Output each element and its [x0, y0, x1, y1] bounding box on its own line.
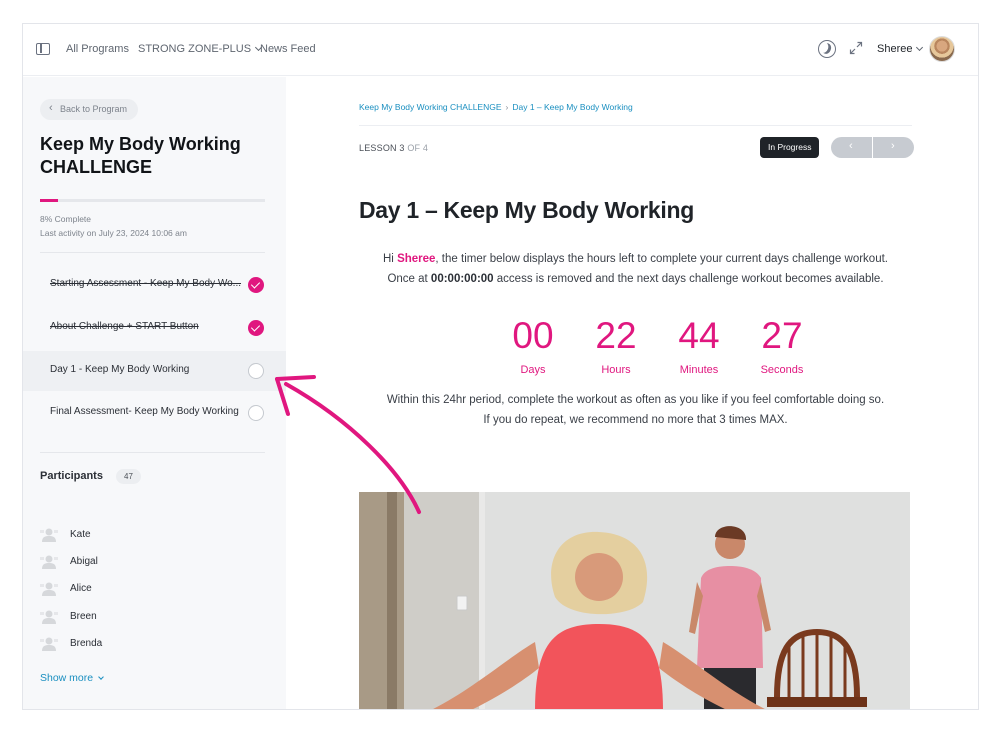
lesson-label: About Challenge + START Button — [50, 321, 199, 332]
participants-count-badge: 47 — [116, 469, 141, 484]
course-sidebar: Back to Program Keep My Body Working CHA… — [23, 77, 286, 709]
user-menu[interactable]: Sheree — [877, 43, 924, 55]
back-to-program-button[interactable]: Back to Program — [40, 98, 139, 120]
participant-avatar-icon — [40, 637, 58, 651]
page-title: Day 1 – Keep My Body Working — [359, 197, 694, 223]
countdown-label: Seconds — [760, 364, 804, 376]
lesson-item[interactable]: Starting Assessment - Keep My Body Wo... — [23, 265, 286, 305]
participant-name: Kate — [70, 529, 91, 540]
outro-line-2: If you do repeat, we recommend no more t… — [483, 414, 788, 426]
next-lesson-button[interactable] — [873, 137, 914, 158]
participant-name: Alice — [70, 583, 92, 594]
nav-strong-zone-plus[interactable]: STRONG ZONE-PLUS — [138, 43, 263, 55]
intro-line-2-post: access is removed and the next days chal… — [493, 273, 884, 285]
divider — [40, 452, 265, 453]
incomplete-circle-icon[interactable] — [248, 405, 264, 421]
course-title: Keep My Body Working CHALLENGE — [40, 134, 241, 177]
countdown-minutes: 44 Minutes — [659, 315, 739, 376]
lesson-label: Final Assessment- Keep My Body Working — [50, 406, 239, 417]
intro-user-name: Sheree — [397, 253, 436, 265]
participants-heading: Participants — [40, 470, 103, 482]
show-more-label: Show more — [40, 672, 94, 684]
breadcrumb-course-link[interactable]: Keep My Body Working CHALLENGE — [359, 102, 502, 112]
nav-all-programs[interactable]: All Programs — [66, 43, 129, 55]
show-more-link[interactable]: Show more — [40, 672, 104, 684]
dark-mode-icon[interactable] — [818, 40, 836, 58]
lesson-item[interactable]: About Challenge + START Button — [23, 308, 286, 348]
repeat-guidance-text: Within this 24hr period, complete the wo… — [359, 390, 912, 430]
participant-avatar-icon — [40, 582, 58, 596]
previous-lesson-button[interactable] — [831, 137, 872, 158]
lesson-counter-current: LESSON 3 — [359, 143, 405, 153]
participant-avatar-icon — [40, 610, 58, 624]
breadcrumb: Keep My Body Working CHALLENGE › Day 1 – K… — [359, 102, 633, 112]
participant-name: Breen — [70, 611, 97, 622]
sidebar-toggle-icon[interactable] — [36, 43, 50, 55]
breadcrumb-current[interactable]: Day 1 – Keep My Body Working — [512, 102, 632, 112]
countdown-label: Days — [520, 364, 546, 376]
chevron-down-icon — [916, 43, 924, 52]
completed-check-icon — [248, 320, 264, 336]
countdown-label: Minutes — [679, 364, 719, 376]
last-activity-text: Last activity on July 23, 2024 10:06 am — [40, 228, 187, 238]
course-progress-bar — [40, 199, 265, 202]
lesson-label: Starting Assessment - Keep My Body Wo... — [50, 278, 242, 289]
participant-avatar-icon — [40, 528, 58, 542]
countdown-days: 00 Days — [493, 315, 573, 376]
app-window: All Programs STRONG ZONE-PLUS News Feed … — [22, 23, 979, 710]
user-name: Sheree — [877, 43, 913, 55]
top-navigation: All Programs STRONG ZONE-PLUS News Feed … — [23, 24, 978, 76]
intro-line-1: Hi Sheree, the timer below displays the … — [359, 249, 912, 269]
status-badge: In Progress — [760, 137, 820, 158]
countdown-timer: 00 Days 22 Hours 44 Minutes 27 Seconds — [286, 315, 978, 385]
timer-intro-text: Hi Sheree, the timer below displays the … — [359, 249, 912, 289]
progress-summary: 8% Complete Last activity on July 23, 20… — [40, 212, 187, 240]
intro-zero-time: 00:00:00:00 — [430, 273, 494, 285]
countdown-value: 22 — [595, 315, 637, 356]
countdown-label: Hours — [601, 364, 631, 376]
breadcrumb-separator-icon: › — [505, 102, 509, 112]
chevron-down-icon — [98, 674, 104, 680]
workout-video[interactable] — [359, 492, 910, 710]
outro-line-1: Within this 24hr period, complete the wo… — [386, 394, 885, 406]
divider — [40, 252, 265, 253]
incomplete-circle-icon[interactable] — [248, 363, 264, 379]
countdown-value: 00 — [512, 315, 554, 356]
completed-check-icon — [248, 277, 264, 293]
lesson-counter: LESSON 3 OF 4 — [359, 143, 428, 153]
course-progress-fill — [40, 199, 58, 202]
lesson-item[interactable]: Final Assessment- Keep My Body Working — [23, 393, 286, 433]
progress-percent-text: 8% Complete — [40, 214, 92, 224]
participant-avatar-icon — [40, 555, 58, 569]
participant-name: Brenda — [70, 638, 103, 649]
countdown-seconds: 27 Seconds — [742, 315, 822, 376]
expand-icon[interactable] — [849, 41, 863, 55]
nav-strong-zone-plus-label: STRONG ZONE-PLUS — [138, 43, 252, 55]
intro-line-2-pre: Once at — [387, 273, 431, 285]
participant-name: Abigal — [70, 556, 98, 567]
intro-line-1-rest: , the timer below displays the hours lef… — [435, 253, 888, 265]
lesson-counter-total: OF 4 — [407, 143, 429, 153]
intro-line-2: Once at 00:00:00:00 access is removed an… — [359, 269, 912, 289]
countdown-value: 44 — [678, 315, 720, 356]
lesson-label: Day 1 - Keep My Body Working — [50, 364, 190, 375]
countdown-hours: 22 Hours — [576, 315, 656, 376]
avatar[interactable] — [929, 36, 955, 62]
lesson-content: Keep My Body Working CHALLENGE › Day 1 – K… — [286, 77, 978, 710]
nav-news-feed[interactable]: News Feed — [260, 43, 316, 55]
intro-greeting: Hi — [383, 253, 398, 265]
divider — [359, 125, 912, 126]
countdown-value: 27 — [761, 315, 803, 356]
lesson-item-current[interactable]: Day 1 - Keep My Body Working — [23, 351, 286, 391]
